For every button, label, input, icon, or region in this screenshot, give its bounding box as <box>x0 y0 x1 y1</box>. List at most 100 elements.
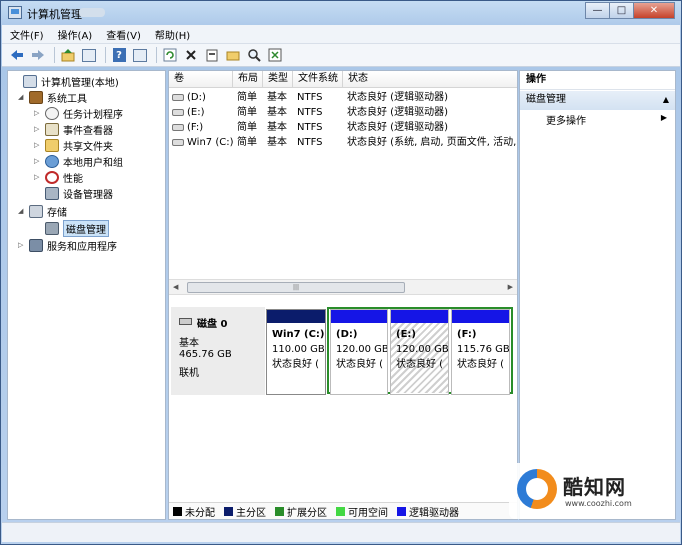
computer-management-window: 计算机管理 — □ ✕ 文件(F) 操作(A) 查看(V) 帮助(H) ? 计算… <box>0 0 682 545</box>
column-status[interactable]: 状态 <box>343 71 517 88</box>
scroll-right-icon[interactable]: ▶ <box>508 283 513 291</box>
close-button[interactable]: ✕ <box>633 2 675 19</box>
legend-label: 扩展分区 <box>287 507 327 519</box>
volume-name: (F:) <box>187 122 204 133</box>
volume-row[interactable]: (D:) 简单 基本 NTFS 状态良好 (逻辑驱动器) <box>169 90 517 105</box>
scroll-thumb[interactable]: ||| <box>187 282 405 293</box>
users-icon <box>45 154 59 168</box>
tree-item-label: 计算机管理(本地) <box>41 77 119 89</box>
tree-item-disk-management[interactable]: 磁盘管理 <box>34 219 109 237</box>
partition-name: (E:) <box>396 329 416 340</box>
partition-status: 状态良好 ( <box>396 359 444 370</box>
collapse-caret-icon[interactable]: ▲ <box>663 91 669 109</box>
performance-icon <box>45 170 59 184</box>
volume-type: 基本 <box>267 92 287 103</box>
legend-swatch <box>275 506 284 516</box>
scroll-left-icon[interactable]: ◀ <box>173 283 178 291</box>
refresh-icon[interactable] <box>161 46 179 64</box>
volume-layout: 简单 <box>237 107 257 118</box>
minimize-button[interactable]: — <box>585 2 610 19</box>
tree-item-shared-folders[interactable]: ▷ 共享文件夹 <box>34 137 113 153</box>
watermark-title: 酷知网 <box>563 475 626 499</box>
submenu-arrow-icon[interactable]: ▶ <box>661 113 667 122</box>
tree-item-performance[interactable]: ▷ 性能 <box>34 169 83 185</box>
properties-sheet-icon[interactable] <box>203 46 221 64</box>
delete-icon[interactable] <box>182 46 200 64</box>
open-folder-icon[interactable] <box>224 46 242 64</box>
partition-size: 120.00 GB <box>336 344 387 355</box>
tree-item-event-viewer[interactable]: ▷ 事件查看器 <box>34 121 113 137</box>
tree-item-storage[interactable]: ◢ 存储 <box>18 203 67 219</box>
partition-size: 120.00 GB <box>396 344 448 355</box>
help-icon[interactable]: ? <box>110 46 128 64</box>
volume-status: 状态良好 (逻辑驱动器) <box>347 107 448 118</box>
column-filesystem[interactable]: 文件系统 <box>293 71 343 88</box>
tree-item-label: 性能 <box>63 173 83 185</box>
volume-type: 基本 <box>267 137 287 148</box>
logical-drive-bar <box>452 310 509 323</box>
volume-type: 基本 <box>267 107 287 118</box>
menu-help[interactable]: 帮助(H) <box>155 27 190 42</box>
collapsed-triangle-icon[interactable]: ▷ <box>34 157 42 165</box>
volume-icon <box>172 123 184 131</box>
partition-size: 115.76 GB <box>457 344 509 355</box>
partition-c[interactable]: Win7 (C:) 110.00 GB 状态良好 ( <box>266 309 326 395</box>
volume-icon <box>172 108 184 116</box>
column-volume[interactable]: 卷 <box>169 71 233 88</box>
legend-item: 可用空间 <box>336 504 388 519</box>
volume-row[interactable]: (F:) 简单 基本 NTFS 状态良好 (逻辑驱动器) <box>169 120 517 135</box>
clock-icon <box>45 106 59 120</box>
tree-item-label: 共享文件夹 <box>63 141 113 153</box>
collapsed-triangle-icon[interactable]: ▷ <box>34 125 42 133</box>
search-icon[interactable] <box>245 46 263 64</box>
partition-status: 状态良好 ( <box>457 359 505 370</box>
volume-status: 状态良好 (逻辑驱动器) <box>347 122 448 133</box>
collapsed-triangle-icon[interactable]: ▷ <box>18 241 26 249</box>
shared-folder-icon <box>45 138 59 152</box>
expanded-triangle-icon[interactable]: ◢ <box>18 207 26 215</box>
column-layout[interactable]: 布局 <box>233 71 263 88</box>
properties-icon[interactable] <box>131 46 149 64</box>
tree-item-system-tools[interactable]: ◢ 系统工具 <box>18 89 87 105</box>
status-bar <box>2 522 680 542</box>
menu-action[interactable]: 操作(A) <box>58 27 93 42</box>
tree-item-services-apps[interactable]: ▷ 服务和应用程序 <box>18 237 117 253</box>
volume-row[interactable]: (E:) 简单 基本 NTFS 状态良好 (逻辑驱动器) <box>169 105 517 120</box>
partition-name: (F:) <box>457 329 477 340</box>
up-folder-icon[interactable] <box>59 46 77 64</box>
volume-row[interactable]: Win7 (C:) 简单 基本 NTFS 状态良好 (系统, 启动, 页面文件,… <box>169 135 517 150</box>
column-type[interactable]: 类型 <box>263 71 293 88</box>
collapsed-triangle-icon[interactable]: ▷ <box>34 109 42 117</box>
actions-section-disk-management[interactable]: 磁盘管理 ▲ <box>520 91 675 110</box>
partition-f[interactable]: (F:) 115.76 GB 状态良好 ( <box>451 309 510 395</box>
maximize-button[interactable]: □ <box>609 2 634 19</box>
disk-0-label[interactable]: 磁盘 0 基本 465.76 GB 联机 <box>171 307 265 395</box>
back-arrow-icon[interactable] <box>8 46 26 64</box>
menu-file[interactable]: 文件(F) <box>10 27 44 42</box>
volume-name: Win7 (C:) <box>187 137 233 148</box>
tree-item-task-scheduler[interactable]: ▷ 任务计划程序 <box>34 105 123 121</box>
legend-swatch <box>336 506 345 516</box>
storage-icon <box>29 204 43 218</box>
tree-item-computer-management[interactable]: 计算机管理(本地) <box>12 73 119 89</box>
export-icon[interactable] <box>266 46 284 64</box>
partition-e[interactable]: (E:) 120.00 GB 状态良好 ( <box>390 309 449 395</box>
forward-arrow-icon[interactable] <box>29 46 47 64</box>
more-actions[interactable]: 更多操作 <box>546 112 586 127</box>
event-log-icon <box>45 122 59 136</box>
collapsed-triangle-icon[interactable]: ▷ <box>34 141 42 149</box>
expanded-triangle-icon[interactable]: ◢ <box>18 93 26 101</box>
menu-view[interactable]: 查看(V) <box>106 27 141 42</box>
partition-d[interactable]: (D:) 120.00 GB 状态良好 ( <box>330 309 388 395</box>
volume-filesystem: NTFS <box>297 122 323 133</box>
tree-item-local-users[interactable]: ▷ 本地用户和组 <box>34 153 123 169</box>
console-tree-icon[interactable] <box>80 46 98 64</box>
horizontal-scrollbar[interactable]: ◀ ||| ▶ <box>169 279 517 295</box>
volume-filesystem: NTFS <box>297 92 323 103</box>
disk-management-pane: 卷 布局 类型 文件系统 状态 (D:) 简单 基本 NTFS 状态良好 (逻辑… <box>168 70 518 520</box>
console-tree: 计算机管理(本地) ◢ 系统工具 ▷ 任务计划程序 ▷ 事件查看器 ▷ 共享文件… <box>7 70 166 520</box>
legend-label: 可用空间 <box>348 507 388 519</box>
tree-item-device-manager[interactable]: 设备管理器 <box>34 185 113 201</box>
legend-item: 逻辑驱动器 <box>397 504 459 519</box>
collapsed-triangle-icon[interactable]: ▷ <box>34 173 42 181</box>
